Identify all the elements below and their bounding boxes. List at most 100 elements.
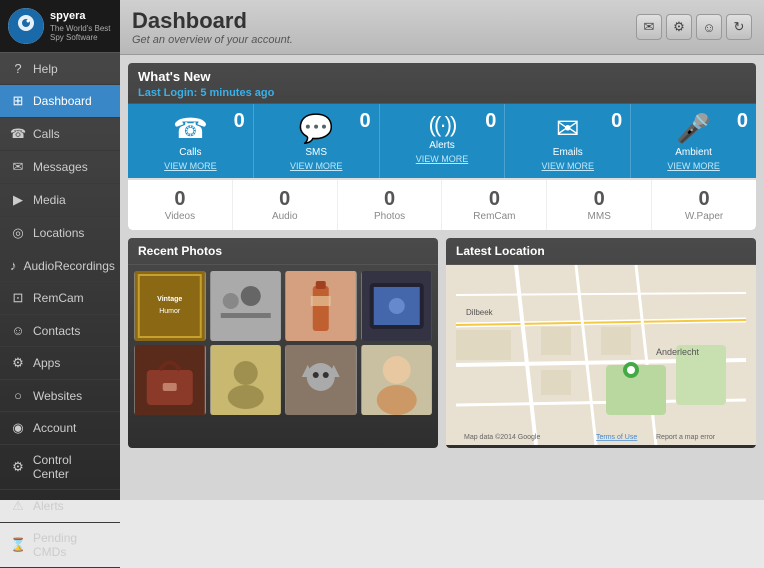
audio-icon: ♪ (10, 258, 17, 273)
sms-viewmore[interactable]: VIEW MORE (290, 158, 343, 174)
emails-viewmore[interactable]: VIEW MORE (542, 158, 595, 174)
photos-grid: VintageHumor (128, 265, 438, 421)
dashboard-icon: ⊞ (10, 93, 26, 109)
photo-4[interactable] (361, 271, 433, 341)
sidebar-item-help[interactable]: ? Help (0, 53, 120, 85)
recent-photos-panel: Recent Photos VintageHumor (128, 238, 438, 448)
svg-text:Humor: Humor (159, 308, 181, 315)
map-svg: Anderlecht Dilbeek Map data ©2014 Google… (446, 265, 756, 445)
photos-count: 0 (384, 188, 395, 211)
ambient-metric-icon: 🎤 (676, 113, 711, 144)
metric-alerts: ((·)) 0 Alerts VIEW MORE (380, 104, 506, 178)
logo: spyera The World's Best Spy Software (0, 0, 120, 53)
sidebar-item-alerts[interactable]: ⚠ Alerts (0, 490, 120, 523)
recent-photos-header: Recent Photos (128, 238, 438, 265)
svg-text:Report a map error: Report a map error (656, 434, 716, 441)
sidebar-item-dashboard[interactable]: ⊞ Dashboard (0, 85, 120, 118)
mms-label: MMS (588, 211, 611, 222)
metric-ambient: 🎤 0 Ambient VIEW MORE (631, 104, 756, 178)
topbar: Dashboard Get an overview of your accoun… (120, 0, 764, 55)
whats-new-header: What's New Last Login: 5 minutes ago (128, 63, 756, 103)
sidebar-item-pending-cmds[interactable]: ⌛ Pending CMDs (0, 523, 120, 568)
sec-wpaper: 0 W.Paper (652, 180, 756, 230)
content-area: What's New Last Login: 5 minutes ago ☎ 0… (120, 55, 764, 500)
contacts-icon: ☺ (10, 323, 26, 338)
videos-label: Videos (165, 211, 195, 222)
refresh-button[interactable]: ↻ (726, 14, 752, 40)
main-area: Dashboard Get an overview of your accoun… (120, 0, 764, 500)
sec-photos: 0 Photos (338, 180, 443, 230)
remcam-icon: ⊡ (10, 290, 26, 306)
sidebar-label-locations: Locations (33, 226, 84, 240)
map-container[interactable]: Anderlecht Dilbeek Map data ©2014 Google… (446, 265, 756, 445)
whats-new-panel: What's New Last Login: 5 minutes ago ☎ 0… (128, 63, 756, 230)
photo-5[interactable] (134, 345, 206, 415)
photo-6[interactable] (210, 345, 282, 415)
svg-text:Anderlecht: Anderlecht (656, 347, 700, 357)
sidebar-item-contacts[interactable]: ☺ Contacts (0, 315, 120, 347)
audio-count: 0 (279, 188, 290, 211)
remcam-count: 0 (489, 188, 500, 211)
sidebar-label-calls: Calls (33, 127, 60, 141)
sidebar-label-remcam: RemCam (33, 291, 84, 305)
ambient-label: Ambient (675, 147, 712, 158)
locations-icon: ◎ (10, 225, 26, 241)
sec-remcam: 0 RemCam (442, 180, 547, 230)
wpaper-label: W.Paper (685, 211, 723, 222)
svg-text:Dilbeek: Dilbeek (466, 308, 494, 317)
metric-sms: 💬 0 SMS VIEW MORE (254, 104, 380, 178)
audio-label: Audio (272, 211, 298, 222)
ambient-viewmore[interactable]: VIEW MORE (667, 158, 720, 174)
sidebar-item-calls[interactable]: ☎ Calls (0, 118, 120, 151)
photo-2[interactable] (210, 271, 282, 341)
sidebar-item-media[interactable]: ▶ Media (0, 184, 120, 217)
sec-mms: 0 MMS (547, 180, 652, 230)
metric-calls: ☎ 0 Calls VIEW MORE (128, 104, 254, 178)
remcam-label: RemCam (473, 211, 515, 222)
control-icon: ⚙ (10, 459, 26, 475)
sidebar-item-messages[interactable]: ✉ Messages (0, 151, 120, 184)
alerts-viewmore[interactable]: VIEW MORE (416, 151, 469, 167)
sec-videos: 0 Videos (128, 180, 233, 230)
wpaper-count: 0 (698, 188, 709, 211)
sidebar-label-pending: Pending CMDs (33, 531, 110, 559)
sidebar-label-messages: Messages (33, 160, 88, 174)
pending-icon: ⌛ (10, 537, 26, 553)
sidebar: spyera The World's Best Spy Software ? H… (0, 0, 120, 500)
last-login-label: Last Login: 5 minutes ago (138, 87, 274, 99)
sidebar-item-audiorecordings[interactable]: ♪ AudioRecordings (0, 250, 120, 282)
websites-icon: ○ (10, 388, 26, 403)
sms-label: SMS (305, 147, 327, 158)
sidebar-item-account[interactable]: ◉ Account (0, 412, 120, 445)
logo-subtext: The World's Best Spy Software (50, 24, 112, 42)
photo-1[interactable]: VintageHumor (134, 271, 206, 341)
alerts-icon: ⚠ (10, 498, 26, 514)
settings-button[interactable]: ⚙ (666, 14, 692, 40)
calls-viewmore[interactable]: VIEW MORE (164, 158, 217, 174)
apps-icon: ⚙ (10, 355, 26, 371)
sidebar-label-account: Account (33, 421, 76, 435)
logo-icon (8, 8, 44, 44)
emails-metric-icon: ✉ (556, 113, 579, 144)
user-button[interactable]: ☺ (696, 14, 722, 40)
photo-3[interactable] (285, 271, 357, 341)
emails-count: 0 (611, 110, 622, 133)
messages-icon: ✉ (10, 159, 26, 175)
sidebar-item-remcam[interactable]: ⊡ RemCam (0, 282, 120, 315)
last-login-value: 5 minutes ago (200, 87, 274, 99)
page-subtitle: Get an overview of your account. (132, 34, 293, 46)
sidebar-item-apps[interactable]: ⚙ Apps (0, 347, 120, 380)
photo-8[interactable] (361, 345, 433, 415)
email-button[interactable]: ✉ (636, 14, 662, 40)
photo-7[interactable] (285, 345, 357, 415)
videos-count: 0 (174, 188, 185, 211)
sec-audio: 0 Audio (233, 180, 338, 230)
sidebar-label-contacts: Contacts (33, 324, 80, 338)
sidebar-label-dashboard: Dashboard (33, 94, 92, 108)
sidebar-item-locations[interactable]: ◎ Locations (0, 217, 120, 250)
sidebar-item-websites[interactable]: ○ Websites (0, 380, 120, 412)
emails-label: Emails (553, 147, 583, 158)
sms-metric-icon: 💬 (299, 113, 334, 144)
sidebar-label-alerts: Alerts (33, 499, 64, 513)
sidebar-item-control-center[interactable]: ⚙ Control Center (0, 445, 120, 490)
